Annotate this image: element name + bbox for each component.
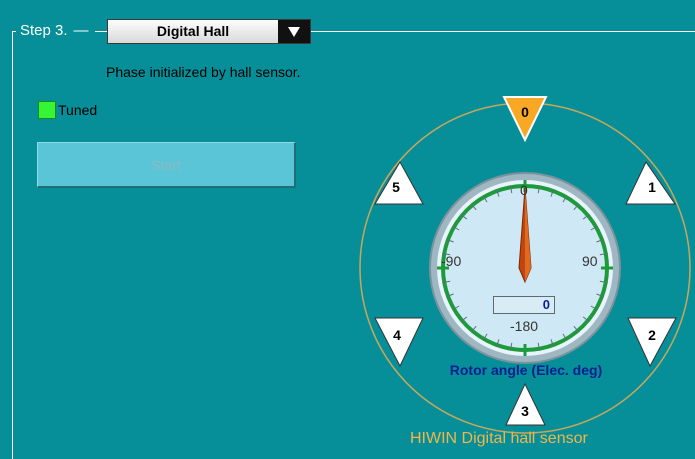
dial-label-top: 0 [520,182,528,198]
hall-tuning-panel: Step 3. — Digital Hall Phase initialized… [0,0,695,459]
hall-mode-dropdown[interactable]: Digital Hall [107,19,311,44]
hall-mode-selected-value: Digital Hall [108,20,278,43]
dial-label-left: -90 [441,253,462,269]
tuned-label: Tuned [58,102,98,118]
dropdown-arrow-button[interactable] [278,20,310,43]
step3-legend: Step 3. — [16,21,95,41]
svg-text:5: 5 [392,179,400,195]
sector-1-indicator: 1 [625,161,676,205]
sector-0-indicator: 0 [502,96,548,143]
sensor-caption: HIWIN Digital hall sensor [410,430,588,447]
group-box-top-line [311,31,695,32]
sector-5-indicator: 5 [374,160,424,205]
start-button[interactable]: Start [37,142,296,188]
svg-text:2: 2 [648,327,656,343]
rotor-angle-readout: 0 [493,296,555,314]
hall-sensor-gauge: 0 1 2 3 4 5 [359,96,691,434]
tuned-indicator: Tuned [38,101,97,119]
svg-text:0: 0 [521,104,529,120]
svg-text:1: 1 [648,179,656,195]
sector-2-indicator: 2 [627,317,677,368]
phase-description: Phase initialized by hall sensor. [106,64,301,80]
dial-label-right: 90 [582,253,598,269]
svg-text:4: 4 [393,327,401,343]
chevron-down-icon [288,26,300,37]
dial-label-bottom: -180 [510,318,539,334]
sector-3-indicator: 3 [505,382,546,426]
rotor-angle-caption: Rotor angle (Elec. deg) [449,362,603,378]
legend-dash: — [73,22,89,39]
sector-4-indicator: 4 [374,317,424,368]
step-label: Step 3. [20,22,68,39]
tuned-led-icon [38,101,56,119]
svg-text:3: 3 [521,403,529,419]
